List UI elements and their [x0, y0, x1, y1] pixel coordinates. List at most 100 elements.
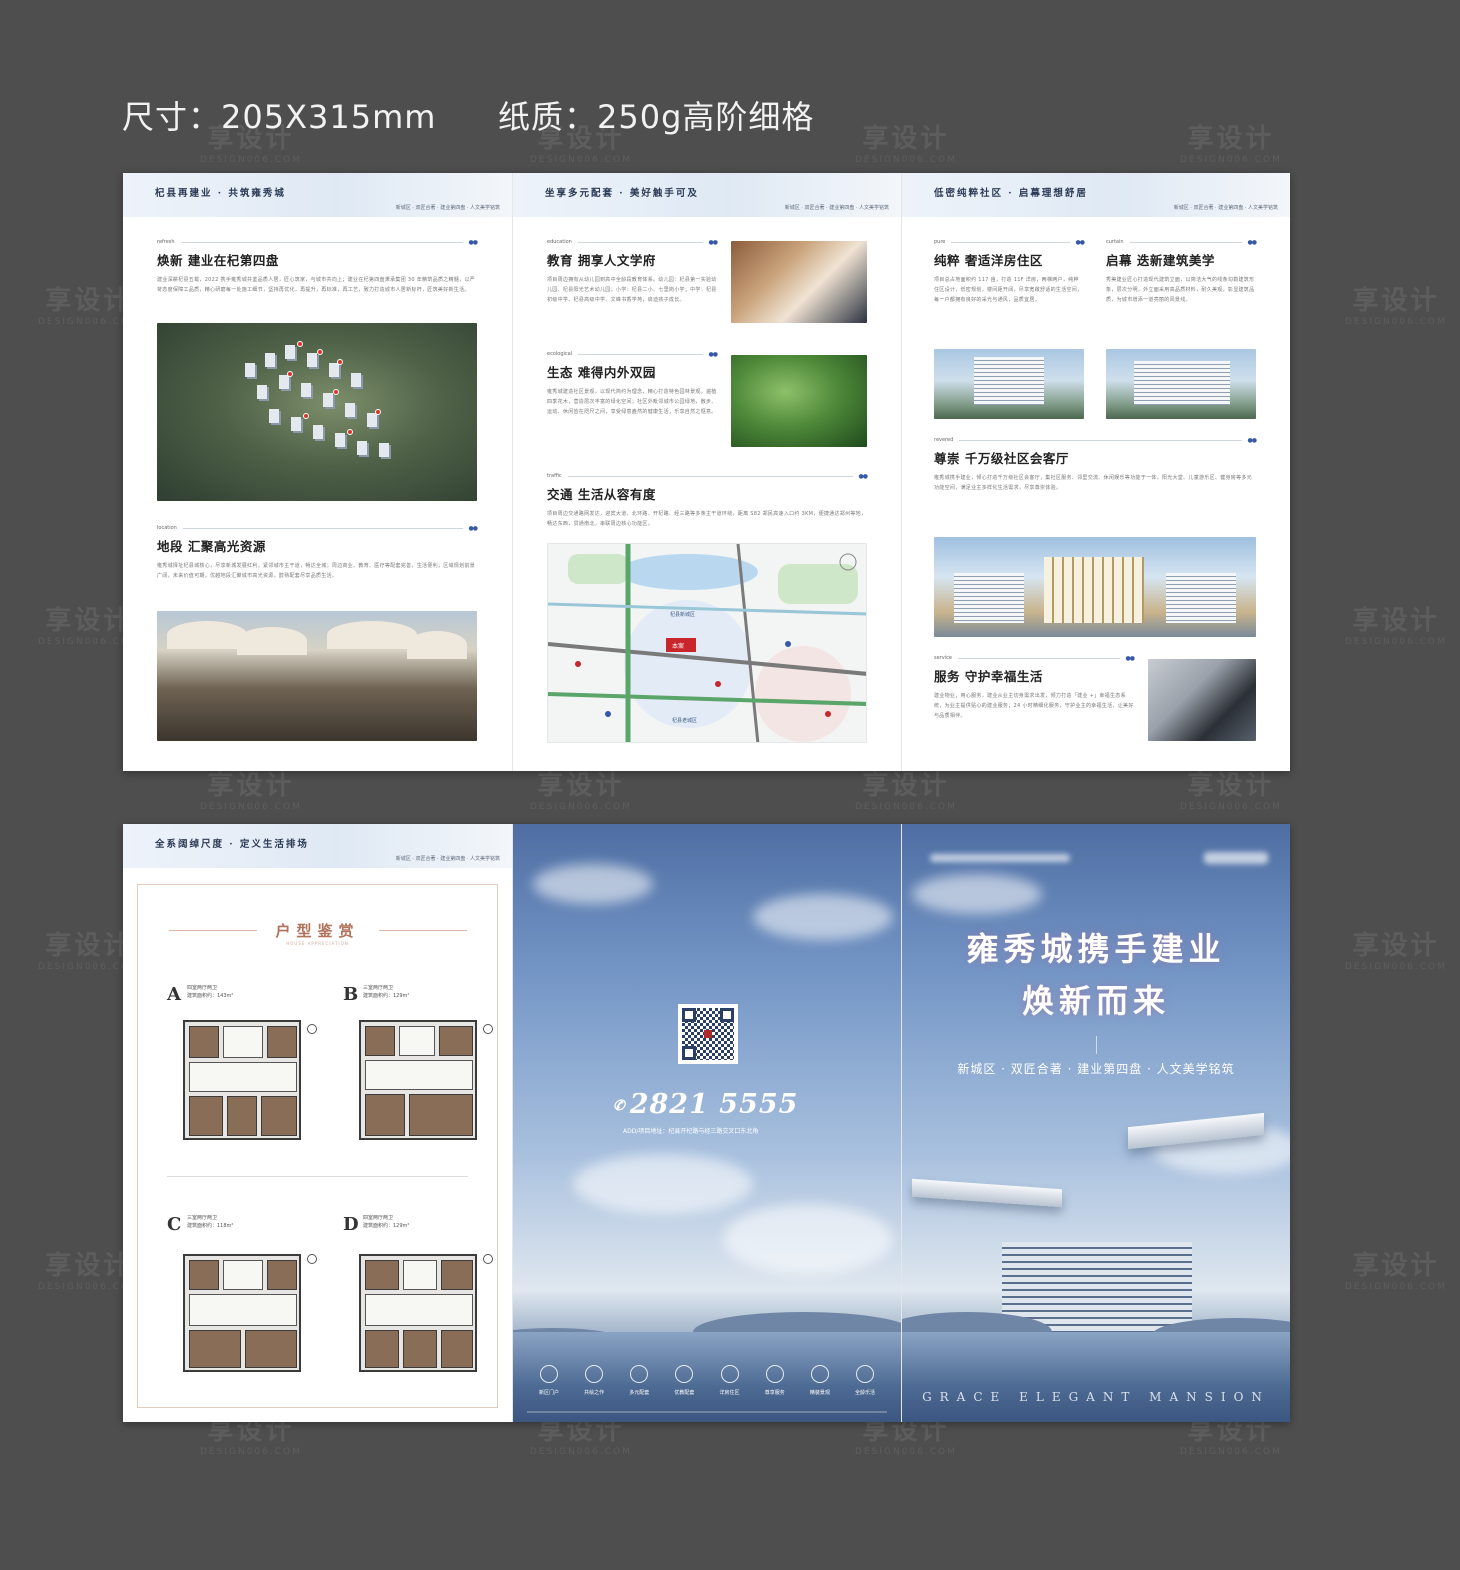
section-title: 纯粹 奢适洋房住区: [934, 253, 1043, 268]
section-tag: ecological: [547, 351, 573, 357]
blurred-logo: [930, 854, 1070, 862]
section-service: service ●● 服务 守护幸福生活 建业物业，用心服务，建业从业主切身需求出…: [934, 653, 1136, 721]
feature-item: 优教配套: [666, 1365, 702, 1396]
green-area: [568, 554, 628, 584]
fine-print: [527, 1411, 887, 1413]
banner-tabs: 新城区 · 双匠合著 · 建业第四盘 · 人文美学铭筑: [395, 856, 500, 862]
dots-icon: ●●: [858, 472, 869, 480]
section-text: 项目总占地面积约 117 亩，打造 11F 洋房，两梯两户，纯粹住区设计，低密规…: [934, 277, 1083, 303]
section-text: 建业物业，用心服务，建业从业主切身需求出发，倾力打造「建业 +」幸福生态系统，为…: [934, 693, 1134, 719]
poi-marker: [825, 711, 831, 717]
cover-rule: [1096, 1036, 1097, 1054]
page-4-floor-plans: 全系阔绰尺度 · 定义生活排场 新城区 · 双匠合著 · 建业第四盘 · 人文美…: [123, 824, 512, 1422]
park-path-image: [731, 355, 867, 447]
page-heading: 全系阔绰尺度 · 定义生活排场: [155, 839, 309, 850]
aerial-view-image: [157, 323, 477, 501]
floating-slab: [912, 1178, 1062, 1208]
watermark: 享设计 DESIGN006.COM: [530, 771, 632, 812]
feature-item: 全龄乐活: [847, 1365, 883, 1396]
qr-code[interactable]: [678, 1004, 738, 1064]
unit-type: 四室两厅两卫: [187, 985, 218, 991]
qr-logo: [704, 1030, 712, 1038]
banner-tabs: 新城区 · 双匠合著 · 建业第四盘 · 人文美学铭筑: [1173, 205, 1278, 211]
dots-icon: ●●: [468, 238, 479, 246]
floor-plan-drawing: [183, 1020, 301, 1140]
page-banner: 坐享多元配套 · 美好触手可及 新城区 · 双匠合著 · 建业第四盘 · 人文美…: [513, 173, 901, 217]
section-title: 交通 生活从容有度: [547, 487, 656, 502]
watermark: 享设计 DESIGN006.COM: [1345, 606, 1447, 647]
page-2: 坐享多元配套 · 美好触手可及 新城区 · 双匠合著 · 建业第四盘 · 人文美…: [512, 173, 901, 771]
floor-plan-drawing: [359, 1254, 477, 1372]
section-tag: curtain: [1106, 239, 1124, 245]
floor-plan-drawing: [359, 1020, 477, 1140]
section-tag: service: [934, 655, 952, 661]
unit-letter: A: [167, 984, 181, 1005]
project-address: ADD/项目地址：杞县开杞路与经三路交叉口东北角: [623, 1128, 759, 1135]
cover-subtitle: 新城区 · 双匠合著 · 建业第四盘 · 人文美学铭筑: [957, 1062, 1235, 1076]
section-revered: revered ●● 尊崇 千万级社区会客厅 雍秀城携手建业，倾心打造千万级社区会…: [934, 435, 1257, 493]
section-title: 启幕 迭新建筑美学: [1106, 253, 1215, 268]
page-banner: 全系阔绰尺度 · 定义生活排场 新城区 · 双匠合著 · 建业第四盘 · 人文美…: [123, 824, 512, 868]
handshake-icon: [585, 1365, 604, 1383]
unit-area: 建筑面积约：129m²: [363, 993, 410, 999]
section-text: 建业深耕杞县五载，2022 携手雍秀城共鉴品质人居，匠心筑家，与城市共向上；建业…: [157, 277, 476, 293]
dots-icon: ●●: [1075, 238, 1086, 246]
section-title: 服务 守护幸福生活: [934, 669, 1043, 684]
section-curtain: curtain ●● 启幕 迭新建筑美学 秀美建业匠心打造现代建筑立面，以简洁大气…: [1106, 237, 1257, 305]
watermark: 享设计 DESIGN006.COM: [1345, 286, 1447, 327]
section-title: 焕新 建业在杞第四盘: [157, 253, 279, 268]
feature-item: 尊享服务: [757, 1365, 793, 1396]
page-heading: 低密纯粹社区 · 启幕理想舒居: [934, 188, 1088, 199]
lake-shape: [618, 554, 758, 590]
unit-c: C 三室两厅两卫 建筑面积约：118m²: [167, 1214, 317, 1404]
compass-icon: [483, 1254, 493, 1264]
watermark: 享设计 DESIGN006.COM: [855, 124, 957, 165]
unit-area: 建筑面积约：143m²: [187, 993, 234, 999]
unit-area: 建筑面积约：129m²: [363, 1223, 410, 1229]
inner-spread: 杞县再建业 · 共筑雍秀城 新城区 · 双匠合著 · 建业第四盘 · 人文美学铭…: [123, 173, 1290, 771]
cloud-shape: [533, 864, 653, 904]
feature-icons: 新区门户 共绘之作 多元配套 优教配套 洋房住区 尊享服务 精装景观 全龄乐活: [531, 1365, 883, 1396]
unit-type: 三室两厅两卫: [187, 1215, 218, 1221]
section-text: 雍秀城携手建业，倾心打造千万级社区会客厅，集社区服务、邻里交流、休闲娱乐等功能于…: [934, 475, 1253, 491]
watermark: 享设计 DESIGN006.COM: [1180, 771, 1282, 812]
hotline-number: ✆ 2821 5555: [613, 1089, 799, 1120]
blurred-logo: [1204, 852, 1268, 864]
size-spec: 尺寸：205X315mm: [122, 98, 437, 136]
cloud-shape: [723, 1204, 893, 1274]
dots-icon: ●●: [708, 350, 719, 358]
outer-spread: 全系阔绰尺度 · 定义生活排场 新城区 · 双匠合著 · 建业第四盘 · 人文美…: [123, 824, 1290, 1422]
location-map: 本案 杞县新城区 杞县老城区: [547, 543, 867, 743]
page-heading: 坐享多元配套 · 美好触手可及: [545, 188, 699, 199]
section-text: 项目周边拥有从幼儿园到高中全龄段教育体系。幼儿园：杞县第一实验幼儿园、杞县阳光艺…: [547, 277, 717, 303]
plan-divider: [167, 1176, 468, 1177]
page-3: 低密纯粹社区 · 启幕理想舒居 新城区 · 双匠合著 · 建业第四盘 · 人文美…: [901, 173, 1290, 771]
dots-icon: ●●: [1125, 654, 1136, 662]
watermark: 享设计 DESIGN006.COM: [855, 771, 957, 812]
landscape-icon: [810, 1365, 829, 1383]
floor-plan-drawing: [183, 1254, 301, 1372]
unit-type: 四室两厅两卫: [363, 1215, 394, 1221]
service-staff-image: [1148, 659, 1256, 741]
section-education: education ●● 教育 拥享人文学府 项目周边拥有从幼儿园到高中全龄段教育…: [547, 237, 719, 305]
unit-b: B 三室两厅两卫 建筑面积约：129m²: [343, 984, 493, 1174]
specs-header: 尺寸：205X315mm 纸质：250g高阶细格: [122, 92, 813, 138]
dots-icon: ●●: [708, 238, 719, 246]
compass-icon: [483, 1024, 493, 1034]
map-label-district: 杞县老城区: [672, 717, 697, 724]
service-icon: [765, 1365, 784, 1383]
school-children-image: [731, 241, 867, 323]
feature-item: 精装景观: [802, 1365, 838, 1396]
section-ecological: ecological ●● 生态 难得内外双园 雍秀城建造社区景观，以现代简约为理…: [547, 349, 719, 417]
unit-d: D 四室两厅两卫 建筑面积约：129m²: [343, 1214, 493, 1404]
cloud-shape: [912, 874, 1042, 914]
section-text: 项目周边交通路网发达，迎宾大道、北环路、开杞路、经三路等多条主干道环绕，距离 S…: [547, 511, 867, 527]
building-facade-image: [1106, 349, 1256, 419]
page-1: 杞县再建业 · 共筑雍秀城 新城区 · 双匠合著 · 建业第四盘 · 人文美学铭…: [123, 173, 512, 771]
section-traffic: traffic ●● 交通 生活从容有度 项目周边交通路网发达，迎宾大道、北环路、…: [547, 471, 869, 529]
section-title: 教育 拥享人文学府: [547, 253, 656, 268]
page-heading: 杞县再建业 · 共筑雍秀城: [155, 188, 286, 199]
page-6-front-cover: 雍秀城携手建业 焕新而来 新城区 · 双匠合著 · 建业第四盘 · 人文美学铭筑…: [901, 824, 1290, 1422]
feature-item: 多元配套: [621, 1365, 657, 1396]
house-icon: [720, 1365, 739, 1383]
